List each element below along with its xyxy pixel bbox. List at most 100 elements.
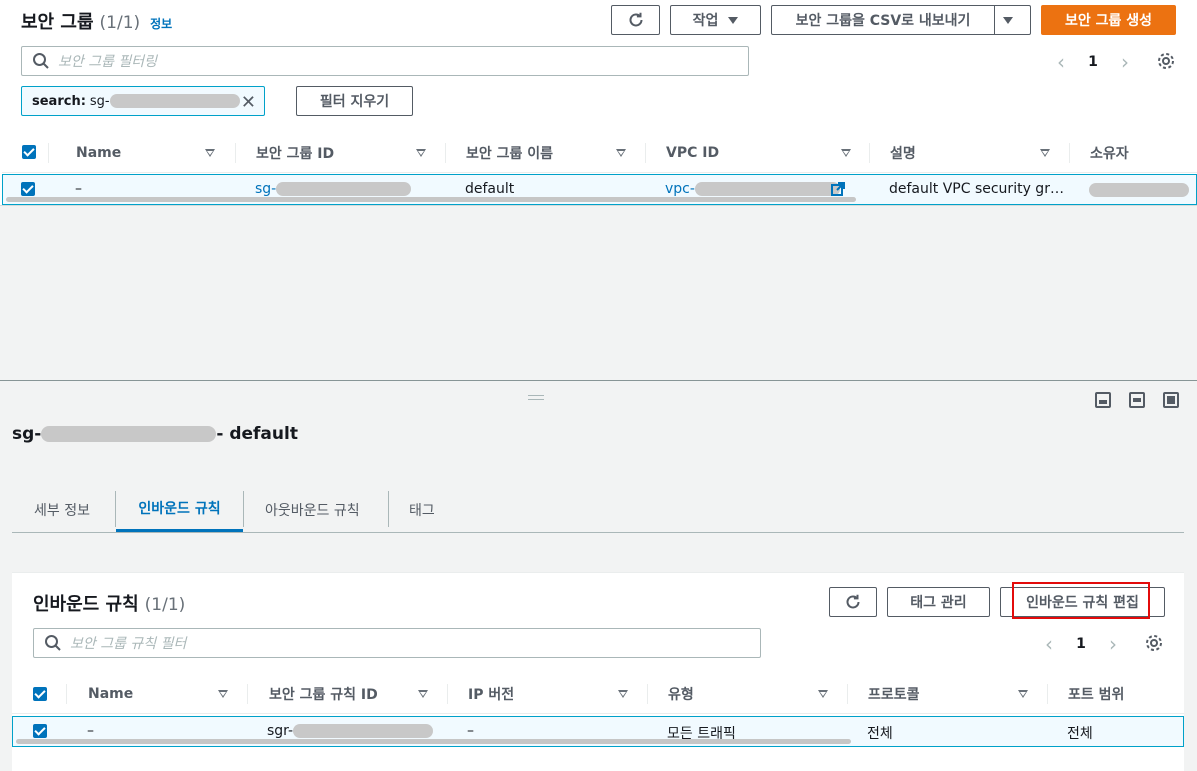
tab-divider (388, 491, 389, 527)
sort-icon[interactable] (841, 149, 851, 157)
tab-details[interactable]: 세부 정보 (34, 487, 90, 532)
layout-bottom-icon[interactable] (1095, 392, 1111, 408)
column-header-protocol[interactable]: 프로토콜 (868, 674, 920, 714)
sort-icon[interactable] (1018, 690, 1028, 698)
rule-search-input[interactable]: 보안 그룹 규칙 필터 (33, 628, 761, 658)
column-divider (48, 143, 49, 163)
search-placeholder: 보안 그룹 필터링 (58, 54, 158, 70)
row-checkbox[interactable] (21, 182, 35, 196)
column-header-ip-version[interactable]: IP 버전 (468, 674, 514, 714)
panel-layout-toggles (1095, 392, 1179, 408)
sort-icon[interactable] (616, 149, 626, 157)
chevron-right-icon[interactable]: › (1102, 632, 1124, 656)
tab-tags[interactable]: 태그 (409, 487, 435, 532)
sg-id-prefix: sg- (255, 181, 277, 197)
horizontal-scrollbar[interactable] (6, 197, 856, 202)
rule-id-prefix: sgr- (267, 723, 294, 739)
sort-icon[interactable] (418, 690, 428, 698)
cell-name: – (87, 723, 94, 739)
inbound-rules-count: (1/1) (144, 595, 186, 615)
cell-sg-id[interactable]: sg- (255, 181, 412, 197)
column-header-name[interactable]: Name (88, 674, 133, 714)
actions-dropdown[interactable]: 작업 (670, 5, 761, 35)
split-divider (994, 6, 995, 34)
column-header-sg-id[interactable]: 보안 그룹 ID (256, 133, 334, 173)
redacted-value (293, 724, 434, 738)
create-security-group-button[interactable]: 보안 그룹 생성 (1041, 5, 1176, 35)
sort-icon[interactable] (1040, 149, 1050, 157)
chevron-right-icon[interactable]: › (1114, 50, 1136, 74)
manage-tags-button[interactable]: 태그 관리 (887, 587, 990, 617)
column-divider (447, 684, 448, 704)
select-all-checkbox[interactable] (22, 145, 36, 159)
panel-splitter[interactable] (0, 380, 1197, 381)
cell-name: – (75, 181, 82, 197)
chevron-left-icon[interactable]: ‹ (1050, 50, 1072, 74)
pagination: ‹ 1 › (1038, 632, 1124, 656)
tab-divider (243, 491, 244, 527)
info-link[interactable]: 정보 (150, 15, 172, 32)
sort-icon[interactable] (416, 149, 426, 157)
caret-down-icon (728, 16, 739, 24)
security-group-search-input[interactable]: 보안 그룹 필터링 (21, 46, 749, 76)
column-divider (869, 143, 870, 163)
clear-filters-button[interactable]: 필터 지우기 (296, 86, 413, 116)
caret-down-icon[interactable] (1003, 17, 1013, 24)
highlight-box (1012, 582, 1150, 619)
export-csv-split-button[interactable]: 보안 그룹을 CSV로 내보내기 (771, 5, 1031, 35)
refresh-button[interactable] (611, 5, 660, 35)
redacted-value (694, 182, 840, 196)
column-header-vpc-id[interactable]: VPC ID (666, 133, 719, 173)
layout-side-icon[interactable] (1129, 392, 1145, 408)
cell-ip-version: – (467, 723, 474, 739)
column-header-rule-id[interactable]: 보안 그룹 규칙 ID (269, 674, 378, 714)
inbound-rules-header: 인바운드 규칙 (1/1) (33, 590, 185, 616)
security-groups-panel: 보안 그룹 (1/1) 정보 작업 보안 그룹을 CSV로 내보내기 보안 그룹… (0, 0, 1197, 206)
cell-protocol: 전체 (867, 726, 893, 742)
gear-icon[interactable] (1144, 633, 1164, 653)
redacted-value (109, 94, 240, 108)
redacted-value (41, 426, 217, 442)
column-header-port-range[interactable]: 포트 범위 (1068, 674, 1124, 714)
inbound-rules-table-header: Name 보안 그룹 규칙 ID IP 버전 유형 프로토콜 포트 범위 (12, 674, 1184, 714)
close-icon[interactable]: ✕ (241, 92, 256, 113)
redacted-value (276, 182, 412, 196)
tab-inbound-rules[interactable]: 인바운드 규칙 (116, 487, 243, 532)
token-label: search: (32, 93, 86, 109)
column-header-owner[interactable]: 소유자 (1090, 133, 1129, 173)
inbound-rules-panel: 인바운드 규칙 (1/1) 태그 관리 인바운드 규칙 편집 보안 그룹 규칙 … (12, 572, 1184, 771)
chevron-left-icon[interactable]: ‹ (1038, 632, 1060, 656)
column-divider (1047, 684, 1048, 704)
page-number[interactable]: 1 (1072, 54, 1114, 70)
select-all-checkbox[interactable] (33, 687, 47, 701)
layout-full-icon[interactable] (1163, 392, 1179, 408)
sort-icon[interactable] (218, 690, 228, 698)
cell-vpc-id[interactable]: vpc- (665, 181, 840, 197)
gear-icon[interactable] (1156, 51, 1176, 71)
column-divider (235, 143, 236, 163)
search-icon (33, 53, 49, 69)
page-number[interactable]: 1 (1060, 636, 1102, 652)
sort-icon[interactable] (818, 690, 828, 698)
column-header-type[interactable]: 유형 (668, 674, 694, 714)
external-link-icon[interactable] (831, 182, 845, 196)
drag-handle-icon[interactable] (528, 395, 544, 400)
column-divider (445, 143, 446, 163)
horizontal-scrollbar[interactable] (16, 739, 851, 744)
column-divider (247, 684, 248, 704)
cell-sg-name: default (465, 181, 515, 197)
refresh-button[interactable] (829, 587, 877, 617)
column-header-description[interactable]: 설명 (890, 133, 916, 173)
sort-icon[interactable] (205, 149, 215, 157)
security-groups-header: 보안 그룹 (1/1) 정보 (21, 8, 172, 34)
column-divider (645, 143, 646, 163)
column-divider (847, 684, 848, 704)
pagination: ‹ 1 › (1050, 50, 1136, 74)
refresh-icon (629, 12, 642, 27)
column-header-name[interactable]: Name (76, 133, 121, 173)
tab-outbound-rules[interactable]: 아웃바운드 규칙 (265, 487, 360, 532)
row-checkbox[interactable] (33, 724, 47, 738)
inbound-rules-title: 인바운드 규칙 (33, 594, 139, 615)
sort-icon[interactable] (618, 690, 628, 698)
column-header-sg-name[interactable]: 보안 그룹 이름 (466, 133, 553, 173)
